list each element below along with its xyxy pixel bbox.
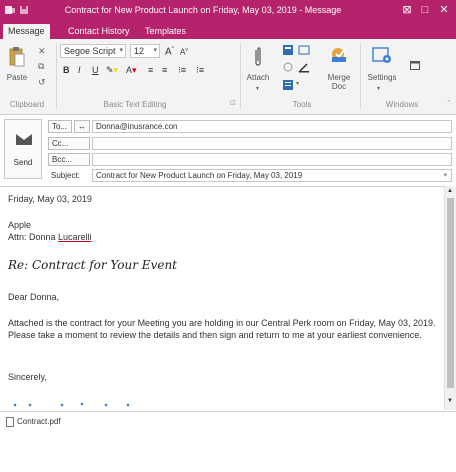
file-icon [6, 417, 14, 427]
minimize-button[interactable]: ⊠ [400, 3, 414, 17]
chevron-down-icon: ▾ [119, 47, 123, 54]
close-button[interactable]: ✕ [437, 3, 451, 17]
tools-group-label: Tools [292, 100, 312, 109]
underline-icon[interactable]: U [92, 65, 99, 75]
check-names-icon[interactable] [298, 44, 310, 56]
group-divider [56, 43, 57, 109]
send-button-label: Send [13, 158, 33, 167]
format-painter-icon[interactable]: ↺ [38, 77, 46, 88]
align-center-icon[interactable]: ≡ [162, 65, 167, 75]
body-scrollbar[interactable]: ▲ ▼ [444, 186, 456, 410]
group-divider [240, 43, 241, 109]
envelope-icon [16, 134, 32, 145]
collapse-ribbon-icon[interactable]: ⌃ [446, 99, 452, 107]
copy-icon[interactable]: ⧉ [38, 61, 44, 72]
numbering-icon[interactable]: ⁝≡ [196, 65, 204, 76]
font-name-value: Segoe Script [64, 46, 116, 56]
font-size-value: 12 [134, 46, 145, 56]
subject-value: Contract for New Product Launch on Frida… [96, 171, 303, 180]
cc-button[interactable]: Cc... [48, 137, 90, 150]
bcc-field[interactable] [92, 153, 452, 166]
settings-button-label[interactable]: Settings [364, 73, 400, 82]
paperclip-icon[interactable] [253, 46, 263, 68]
shrink-font-icon[interactable]: Av [180, 47, 188, 57]
subject-label: Subject: [51, 171, 80, 180]
app-icon [5, 6, 15, 14]
cut-icon[interactable]: ✕ [38, 46, 46, 57]
letter-closing: Sincerely, [8, 372, 47, 382]
message-body[interactable]: Friday, May 03, 2019 Apple Attn: Donna L… [0, 186, 444, 410]
app-icons [5, 5, 29, 15]
merge-doc-button-label[interactable]: Merge Doc [322, 73, 356, 91]
chevron-down-icon: ▾ [296, 81, 300, 87]
merge-doc-icon[interactable] [330, 46, 348, 64]
paste-button-label[interactable]: Paste [5, 73, 29, 82]
letter-company: Apple [8, 220, 32, 230]
signature-icon[interactable] [282, 61, 294, 73]
dialog-launcher-icon[interactable]: ⊡ [230, 99, 236, 107]
italic-icon[interactable]: I [78, 65, 81, 75]
attn-prefix: Attn: Donna [8, 232, 59, 242]
message-header: Send To... ↔ Donna@inusrance.con Cc... B… [0, 116, 456, 185]
address-book-icon[interactable] [282, 44, 294, 56]
re-text: Contract for Your Event [32, 258, 177, 272]
letter-paragraph: Attached is the contract for your Meetin… [8, 318, 436, 340]
scroll-down-icon[interactable]: ▼ [447, 398, 453, 404]
letter-date: Friday, May 03, 2019 [8, 194, 92, 204]
scrollbar-thumb[interactable] [447, 198, 454, 388]
font-name-select[interactable]: Segoe Script ▾ [60, 44, 126, 58]
attachment-area: Contract.pdf [0, 411, 456, 472]
re-prefix: Re: [8, 258, 32, 272]
ribbon-tab-bar: Message Contact History Templates [0, 22, 456, 39]
chevron-down-icon: ▾ [377, 86, 381, 92]
to-field[interactable]: Donna@inusrance.con [92, 120, 452, 133]
bullets-icon[interactable]: ⁝≡ [178, 65, 186, 76]
grow-font-icon[interactable]: A^ [165, 46, 174, 57]
font-color-icon[interactable]: A▾ [126, 65, 137, 76]
title-bar: Contract for New Product Launch on Frida… [0, 0, 456, 22]
expand-recipients-icon[interactable]: ↔ [74, 120, 90, 133]
bcc-button[interactable]: Bcc... [48, 153, 90, 166]
settings-icon[interactable] [372, 46, 392, 64]
signature-image [13, 402, 130, 407]
pen-icon[interactable] [298, 61, 310, 73]
subject-field[interactable]: Contract for New Product Launch on Frida… [92, 169, 452, 182]
window-title: Contract for New Product Launch on Frida… [64, 5, 342, 15]
letter-re-line: Re: Contract for Your Event [8, 259, 177, 271]
windows-group-label: Windows [385, 100, 419, 109]
scroll-up-icon[interactable]: ▲ [447, 188, 453, 194]
group-divider [360, 43, 361, 109]
font-size-select[interactable]: 12 ▾ [130, 44, 160, 58]
align-left-icon[interactable]: ≡ [148, 65, 153, 75]
attn-name: Lucarelli [58, 232, 92, 242]
tab-contact-history[interactable]: Contact History [63, 24, 135, 39]
highlight-icon[interactable]: ✎▾ [106, 65, 118, 76]
letter-greeting: Dear Donna, [8, 292, 60, 302]
to-button[interactable]: To... [48, 120, 72, 133]
save-icon[interactable] [19, 5, 29, 15]
clipboard-group-label: Clipboard [9, 100, 45, 109]
attach-button-label[interactable]: Attach [243, 73, 273, 82]
basic-text-group-label: Basic Text Editing [103, 100, 167, 109]
ribbon: Paste ✕ ⧉ ↺ Clipboard Segoe Script ▾ 12 … [0, 39, 456, 115]
window-layout-icon[interactable] [410, 61, 420, 70]
bold-icon[interactable]: B [63, 65, 70, 75]
letter-attn: Attn: Donna Lucarelli [8, 231, 92, 243]
chevron-down-icon: ▾ [153, 47, 157, 54]
attachment-filename[interactable]: Contract.pdf [17, 417, 61, 426]
tab-templates[interactable]: Templates [140, 24, 191, 39]
send-button[interactable]: Send [4, 119, 42, 179]
paste-icon[interactable] [9, 46, 25, 68]
tab-message[interactable]: Message [3, 24, 50, 39]
chevron-down-icon: ▾ [256, 86, 260, 92]
maximize-button[interactable]: □ [418, 3, 432, 17]
chevron-down-icon: ▾ [443, 172, 447, 179]
cc-field[interactable] [92, 137, 452, 150]
template-icon[interactable] [282, 79, 294, 91]
